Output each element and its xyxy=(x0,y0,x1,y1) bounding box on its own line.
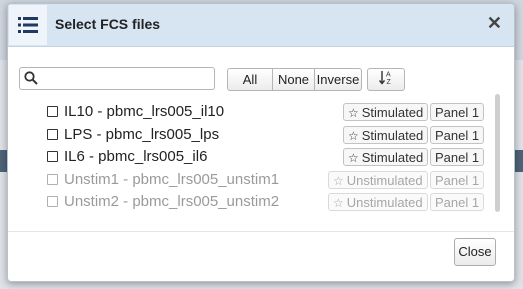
file-row[interactable]: LPS - pbmc_lrs005_lps ☆ Stimulated Panel … xyxy=(8,125,498,147)
condition-label: Unstimulated xyxy=(346,173,423,188)
footer-divider xyxy=(8,231,514,232)
file-checkbox[interactable] xyxy=(47,196,58,207)
file-row[interactable]: Unstim2 - pbmc_lrs005_unstim2 ☆ Unstimula… xyxy=(8,192,498,214)
search-icon xyxy=(24,71,38,90)
svg-text:A: A xyxy=(386,71,391,78)
condition-tag[interactable]: ☆ Stimulated xyxy=(343,126,429,144)
search-input[interactable] xyxy=(44,69,212,89)
panel-tag[interactable]: Panel 1 xyxy=(430,148,485,166)
condition-label: Stimulated xyxy=(361,105,424,120)
condition-label: Stimulated xyxy=(361,150,424,165)
file-label: IL10 - pbmc_lrs005_il10 xyxy=(64,103,225,120)
condition-tag[interactable]: ☆ Stimulated xyxy=(343,148,429,166)
panel-tag[interactable]: Panel 1 xyxy=(430,103,485,121)
file-checkbox[interactable] xyxy=(47,151,58,162)
dialog-header: Select FCS files ✕ xyxy=(8,4,514,47)
file-row[interactable]: IL6 - pbmc_lrs005_il6 ☆ Stimulated Panel … xyxy=(8,147,498,169)
file-row[interactable]: Unstim1 - pbmc_lrs005_unstim1 ☆ Unstimula… xyxy=(8,170,498,192)
search-field[interactable] xyxy=(19,67,215,90)
star-icon: ☆ xyxy=(348,106,359,120)
list-scrollbar[interactable] xyxy=(495,94,500,212)
select-all-button[interactable]: All xyxy=(228,69,273,90)
select-fcs-files-dialog: Select FCS files ✕ All None Inverse A Z xyxy=(7,3,515,282)
file-label: IL6 - pbmc_lrs005_il6 xyxy=(64,148,208,165)
panel-tag[interactable]: Panel 1 xyxy=(430,193,485,211)
condition-label: Unstimulated xyxy=(346,195,423,210)
select-inverse-button[interactable]: Inverse xyxy=(315,69,361,90)
file-label: LPS - pbmc_lrs005_lps xyxy=(64,126,220,143)
panel-tag[interactable]: Panel 1 xyxy=(430,126,485,144)
star-icon: ☆ xyxy=(348,151,359,165)
condition-tag[interactable]: ☆ Stimulated xyxy=(343,103,429,121)
sort-alpha-button[interactable]: A Z xyxy=(367,68,405,91)
svg-text:Z: Z xyxy=(387,79,392,85)
file-checkbox[interactable] xyxy=(47,174,58,185)
file-row[interactable]: IL10 - pbmc_lrs005_il10 ☆ Stimulated Pane… xyxy=(8,102,498,124)
close-icon[interactable]: ✕ xyxy=(487,13,502,34)
file-label: Unstim1 - pbmc_lrs005_unstim1 xyxy=(64,171,280,188)
file-label: Unstim2 - pbmc_lrs005_unstim2 xyxy=(64,193,280,210)
star-icon: ☆ xyxy=(333,174,344,188)
condition-tag[interactable]: ☆ Unstimulated xyxy=(328,171,428,189)
selection-button-group: All None Inverse xyxy=(227,68,362,91)
star-icon: ☆ xyxy=(348,129,359,143)
star-icon: ☆ xyxy=(333,196,344,210)
dialog-title: Select FCS files xyxy=(55,16,161,32)
file-checkbox[interactable] xyxy=(47,106,58,117)
select-none-button[interactable]: None xyxy=(273,69,315,90)
close-button[interactable]: Close xyxy=(454,238,496,266)
condition-tag[interactable]: ☆ Unstimulated xyxy=(328,193,428,211)
file-checkbox[interactable] xyxy=(47,129,58,140)
panel-tag[interactable]: Panel 1 xyxy=(430,171,485,189)
condition-label: Stimulated xyxy=(361,128,424,143)
list-icon xyxy=(9,5,47,45)
sort-alpha-icon: A Z xyxy=(378,70,394,90)
